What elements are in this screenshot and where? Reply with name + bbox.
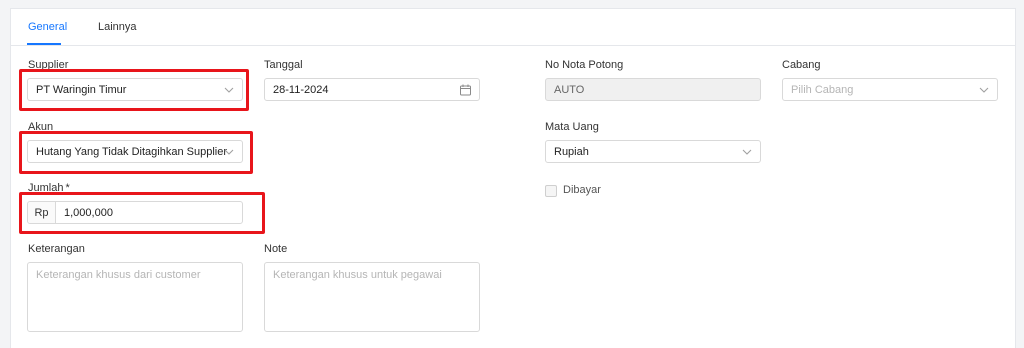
tab-general[interactable]: General xyxy=(28,21,67,33)
required-mark: * xyxy=(65,182,70,194)
active-tab-indicator xyxy=(27,43,61,45)
chevron-down-icon xyxy=(979,87,989,93)
no-nota-label: No Nota Potong xyxy=(545,59,624,71)
supplier-value: PT Waringin Timur xyxy=(36,83,127,96)
tanggal-value: 28-11-2024 xyxy=(273,83,329,96)
keterangan-label: Keterangan xyxy=(28,243,85,255)
akun-value: Hutang Yang Tidak Ditagihkan Supplier xyxy=(36,145,227,158)
calendar-icon[interactable] xyxy=(460,84,471,95)
no-nota-input: AUTO xyxy=(545,78,761,101)
supplier-select[interactable]: PT Waringin Timur xyxy=(27,78,243,101)
jumlah-label: Jumlah * xyxy=(28,182,70,194)
mata-uang-select[interactable]: Rupiah xyxy=(545,140,761,163)
cabang-label: Cabang xyxy=(782,59,821,71)
no-nota-value: AUTO xyxy=(554,83,585,96)
tanggal-label: Tanggal xyxy=(264,59,303,71)
jumlah-label-text: Jumlah xyxy=(28,182,64,194)
tanggal-datepicker[interactable]: 28-11-2024 xyxy=(264,78,480,101)
jumlah-value[interactable]: 1,000,000 xyxy=(56,207,113,219)
jumlah-input-group[interactable]: Rp 1,000,000 xyxy=(27,201,243,224)
chevron-down-icon xyxy=(224,87,234,93)
keterangan-textarea[interactable]: Keterangan khusus dari customer xyxy=(27,262,243,332)
chevron-down-icon xyxy=(742,149,752,155)
akun-label: Akun xyxy=(28,121,54,133)
tab-lainnya[interactable]: Lainnya xyxy=(98,21,137,33)
dibayar-checkbox[interactable] xyxy=(545,185,557,197)
note-textarea[interactable]: Keterangan khusus untuk pegawai xyxy=(264,262,480,332)
note-placeholder: Keterangan khusus untuk pegawai xyxy=(273,269,442,281)
keterangan-placeholder: Keterangan khusus dari customer xyxy=(36,269,201,281)
cabang-select[interactable]: Pilih Cabang xyxy=(782,78,998,101)
cabang-placeholder: Pilih Cabang xyxy=(791,83,854,96)
chevron-down-icon xyxy=(224,149,234,155)
note-label: Note xyxy=(264,243,288,255)
dibayar-label: Dibayar xyxy=(563,184,601,196)
akun-select[interactable]: Hutang Yang Tidak Ditagihkan Supplier xyxy=(27,140,243,163)
currency-prefix: Rp xyxy=(28,202,56,223)
mata-uang-value: Rupiah xyxy=(554,145,589,158)
tab-bar: General Lainnya xyxy=(11,9,1015,46)
supplier-label: Supplier xyxy=(28,59,69,71)
mata-uang-label: Mata Uang xyxy=(545,121,599,133)
